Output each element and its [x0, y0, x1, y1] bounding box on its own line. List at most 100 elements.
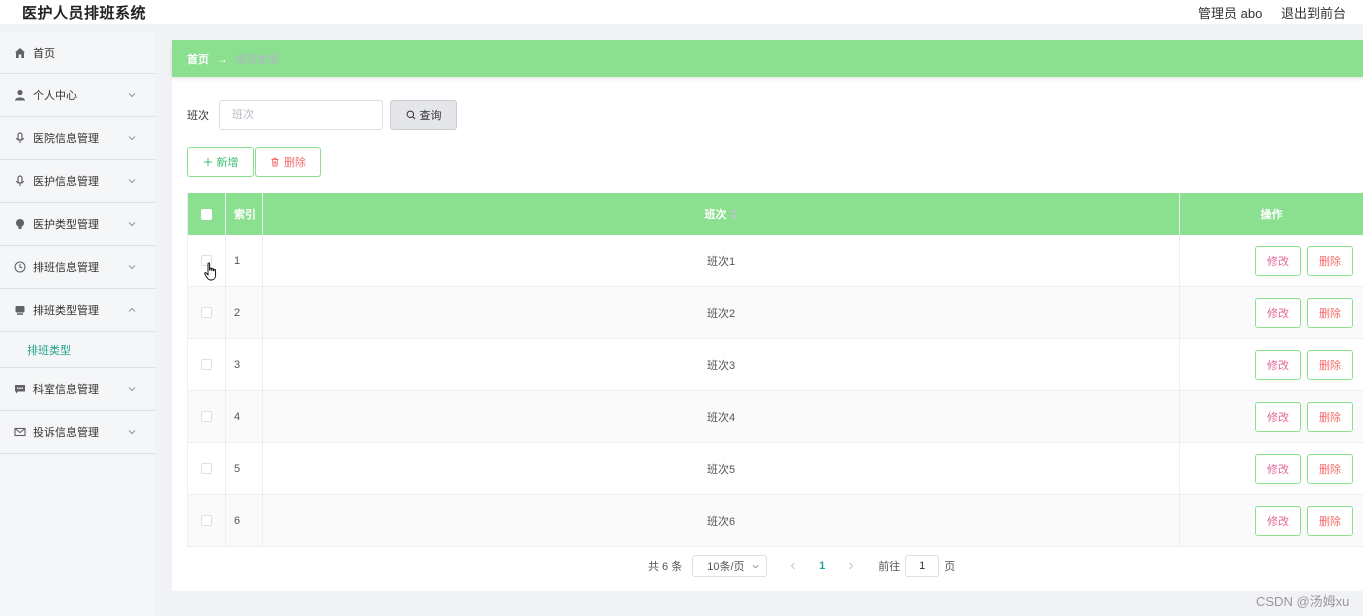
user-label[interactable]: 管理员 abo — [1198, 6, 1262, 21]
header-name[interactable]: 班次 — [263, 193, 1181, 235]
row-delete-button[interactable]: 删除 — [1307, 401, 1354, 432]
mail-icon — [14, 426, 26, 438]
edit-button[interactable]: 修改 — [1255, 453, 1302, 484]
page-number-current[interactable]: 1 — [807, 555, 837, 577]
row-delete-button[interactable]: 删除 — [1307, 453, 1354, 484]
chevron-right-icon — [849, 562, 854, 570]
sidebar-item-schedule-info[interactable]: 排班信息管理 — [0, 246, 155, 289]
chevron-down-icon — [127, 426, 139, 438]
search-button[interactable]: 查询 — [390, 100, 457, 130]
page-size-select[interactable]: 10条/页 — [692, 555, 768, 577]
sidebar-item-schedule-type[interactable]: 排班类型管理 — [0, 289, 155, 332]
sidebar-item-label: 排班信息管理 — [33, 262, 99, 274]
index-cell: 3 — [226, 339, 263, 390]
search-row: 班次 查询 — [187, 100, 457, 130]
sidebar-item-label: 个人中心 — [33, 90, 77, 102]
chevron-down-icon — [127, 261, 139, 273]
breadcrumb-home[interactable]: 首页 — [187, 51, 209, 67]
chevron-up-icon — [127, 304, 139, 316]
breadcrumb-separator: → — [216, 51, 228, 66]
microphone-icon — [14, 175, 26, 187]
search-button-label: 查询 — [419, 110, 442, 122]
edit-button[interactable]: 修改 — [1255, 245, 1302, 276]
checkbox-cell — [188, 495, 226, 546]
add-button[interactable]: 新增 — [187, 147, 254, 177]
lightbulb-icon — [14, 218, 26, 230]
sidebar-item-department-info[interactable]: 科室信息管理 — [0, 368, 155, 411]
chevron-down-icon — [127, 175, 139, 187]
chat-icon — [14, 383, 26, 395]
top-right-links: 管理员 abo 退出到前台 退 — [1198, 3, 1363, 22]
sidebar-item-complaint-info[interactable]: 投诉信息管理 — [0, 411, 155, 454]
table-row: 6 班次6 修改 删除 — [188, 495, 1363, 547]
row-checkbox[interactable] — [200, 463, 212, 474]
search-label: 班次 — [187, 110, 209, 122]
row-checkbox[interactable] — [200, 307, 212, 318]
header-name-label: 班次 — [704, 209, 727, 221]
row-checkbox[interactable] — [200, 515, 212, 526]
clock-icon — [14, 261, 26, 273]
add-button-label: 新增 — [216, 157, 239, 169]
pagination-total: 共 6 条 — [648, 561, 683, 573]
chevron-left-icon — [791, 562, 796, 570]
operation-cell: 修改 删除 — [1180, 339, 1363, 390]
sidebar-item-hospital-info[interactable]: 医院信息管理 — [0, 117, 155, 160]
header-checkbox-cell — [188, 193, 226, 235]
operation-cell: 修改 删除 — [1180, 287, 1363, 338]
row-delete-button[interactable]: 删除 — [1307, 349, 1354, 380]
sidebar-item-label: 排班类型管理 — [33, 305, 99, 317]
index-cell: 6 — [226, 495, 263, 546]
pagination: 共 6 条 10条/页 1 前往 页 — [648, 555, 955, 577]
row-delete-button[interactable]: 删除 — [1307, 505, 1354, 536]
sidebar-item-staff-type[interactable]: 医护类型管理 — [0, 203, 155, 246]
edit-button[interactable]: 修改 — [1255, 401, 1302, 432]
operation-cell: 修改 删除 — [1180, 443, 1363, 494]
table-header: 索引 班次 操作 — [188, 193, 1363, 235]
prev-page-button[interactable] — [779, 555, 807, 577]
row-checkbox[interactable] — [200, 359, 212, 370]
search-icon — [406, 110, 415, 120]
chevron-down-icon — [752, 564, 759, 569]
monitor-icon — [14, 304, 26, 316]
edit-button[interactable]: 修改 — [1255, 297, 1302, 328]
home-icon — [14, 47, 26, 59]
row-delete-button[interactable]: 删除 — [1307, 297, 1354, 328]
row-checkbox[interactable] — [200, 411, 212, 422]
sidebar-item-staff-info[interactable]: 医护信息管理 — [0, 160, 155, 203]
sidebar-subitem-schedule-type[interactable]: 排班类型 — [0, 332, 155, 368]
sidebar-item-label: 医护类型管理 — [33, 219, 99, 231]
breadcrumb-current: 排班类型 — [235, 53, 279, 66]
chevron-down-icon — [127, 383, 139, 395]
trash-icon — [271, 157, 279, 167]
batch-delete-button[interactable]: 删除 — [255, 147, 321, 177]
edit-button[interactable]: 修改 — [1255, 349, 1302, 380]
sidebar-item-personal-center[interactable]: 个人中心 — [0, 74, 155, 117]
breadcrumb: 首页 → 排班类型 — [172, 40, 1363, 77]
table-row: 3 班次3 修改 删除 — [188, 339, 1363, 391]
goto-page-input[interactable] — [905, 555, 940, 577]
sidebar-item-home[interactable]: 首页 — [0, 32, 155, 74]
user-icon — [14, 89, 26, 101]
watermark: CSDN @汤姆xu — [1256, 594, 1350, 609]
row-delete-button[interactable]: 删除 — [1307, 245, 1354, 276]
checkbox-cell — [188, 443, 226, 494]
edit-button[interactable]: 修改 — [1255, 505, 1302, 536]
name-cell: 班次5 — [263, 443, 1181, 494]
name-cell: 班次3 — [263, 339, 1181, 390]
search-input[interactable] — [219, 100, 383, 130]
table-row: 2 班次2 修改 删除 — [188, 287, 1363, 339]
checkbox-cell — [188, 287, 226, 338]
plus-icon — [203, 158, 212, 166]
exit-front-link[interactable]: 退出到前台 — [1281, 6, 1346, 21]
sort-icon[interactable] — [730, 209, 738, 219]
sidebar-item-label: 科室信息管理 — [33, 384, 99, 396]
sidebar-item-label: 医护信息管理 — [33, 176, 99, 188]
table-row: 5 班次5 修改 删除 — [188, 443, 1363, 495]
main-panel: 首页 → 排班类型 班次 查询 新增 删除 索引 班次 — [172, 40, 1363, 591]
select-all-checkbox[interactable] — [200, 208, 212, 220]
next-page-button[interactable] — [837, 555, 865, 577]
operation-cell: 修改 删除 — [1180, 391, 1363, 442]
sidebar-subitem-label: 排班类型 — [27, 344, 71, 357]
header-index: 索引 — [226, 193, 263, 235]
page-size-value: 10条/页 — [707, 561, 745, 573]
